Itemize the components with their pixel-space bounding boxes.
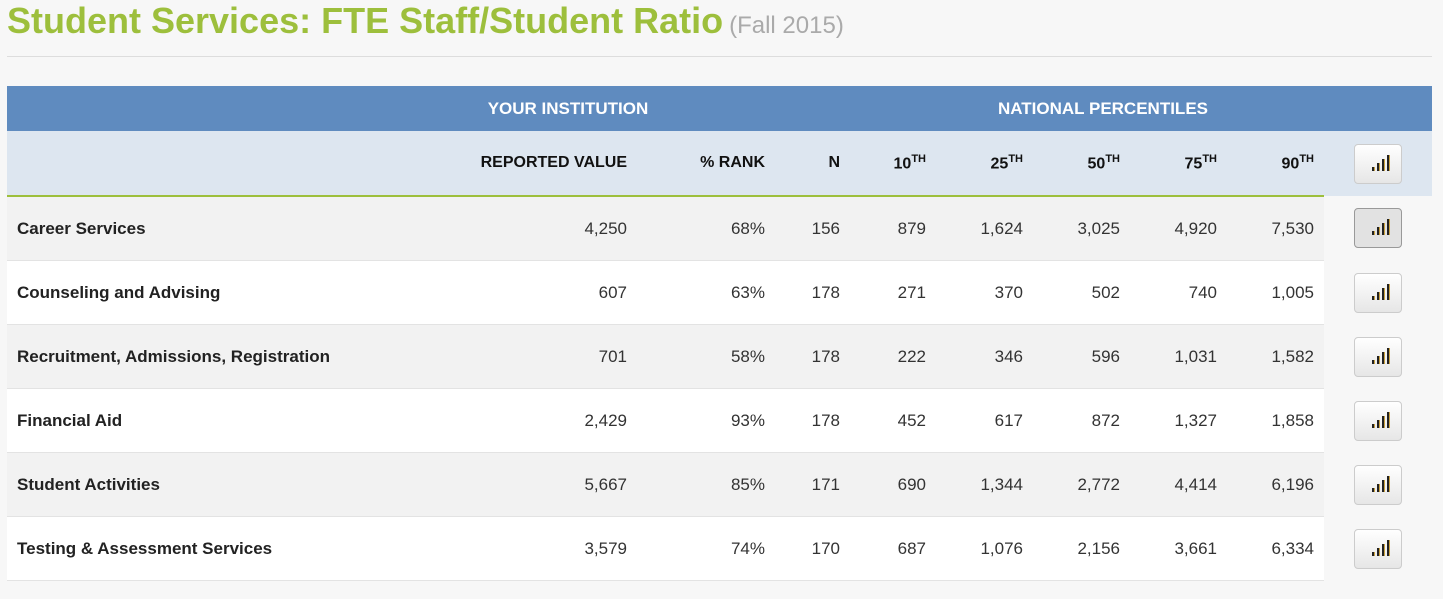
col-p75: 75TH xyxy=(1130,131,1227,196)
cell-rank: 85% xyxy=(637,453,775,517)
cell-p75: 4,414 xyxy=(1130,453,1227,517)
col-p25: 25TH xyxy=(936,131,1033,196)
cell-reported: 607 xyxy=(437,261,637,325)
cell-reported: 2,429 xyxy=(437,389,637,453)
column-header-row: REPORTED VALUE % RANK N 10TH 25TH 50TH 7… xyxy=(7,131,1432,196)
cell-p10: 271 xyxy=(850,261,936,325)
col-n: N xyxy=(775,131,850,196)
row-label: Testing & Assessment Services xyxy=(7,517,437,581)
col-rank: % RANK xyxy=(637,131,775,196)
col-p50: 50TH xyxy=(1033,131,1130,196)
ratio-table: YOUR INSTITUTION NATIONAL PERCENTILES REP… xyxy=(7,86,1432,581)
table-row: Counseling and Advising60763%17827137050… xyxy=(7,261,1432,325)
cell-rank: 68% xyxy=(637,196,775,261)
bar-chart-icon xyxy=(1372,348,1390,364)
group-your-institution: YOUR INSTITUTION xyxy=(488,99,649,119)
cell-p50: 2,156 xyxy=(1033,517,1130,581)
row-label: Recruitment, Admissions, Registration xyxy=(7,325,437,389)
cell-n: 178 xyxy=(775,261,850,325)
cell-p90: 7,530 xyxy=(1227,196,1324,261)
cell-p10: 690 xyxy=(850,453,936,517)
cell-reported: 3,579 xyxy=(437,517,637,581)
group-national-percentiles: NATIONAL PERCENTILES xyxy=(998,99,1208,119)
table-row: Financial Aid2,42993%1784526178721,3271,… xyxy=(7,389,1432,453)
cell-reported: 5,667 xyxy=(437,453,637,517)
cell-n: 170 xyxy=(775,517,850,581)
cell-p50: 2,772 xyxy=(1033,453,1130,517)
cell-p50: 3,025 xyxy=(1033,196,1130,261)
chart-button[interactable] xyxy=(1354,337,1402,377)
col-reported-value: REPORTED VALUE xyxy=(437,131,637,196)
chart-button[interactable] xyxy=(1354,529,1402,569)
cell-p50: 502 xyxy=(1033,261,1130,325)
cell-p50: 596 xyxy=(1033,325,1130,389)
col-p90: 90TH xyxy=(1227,131,1324,196)
chart-button[interactable] xyxy=(1354,273,1402,313)
cell-p90: 1,005 xyxy=(1227,261,1324,325)
table-row: Testing & Assessment Services3,57974%170… xyxy=(7,517,1432,581)
table-row: Student Activities5,66785%1716901,3442,7… xyxy=(7,453,1432,517)
cell-p25: 617 xyxy=(936,389,1033,453)
cell-n: 178 xyxy=(775,389,850,453)
cell-p10: 687 xyxy=(850,517,936,581)
table-row: Recruitment, Admissions, Registration701… xyxy=(7,325,1432,389)
page-title: Student Services: FTE Staff/Student Rati… xyxy=(7,0,844,42)
cell-p25: 346 xyxy=(936,325,1033,389)
chart-button[interactable] xyxy=(1354,208,1402,248)
col-p10: 10TH xyxy=(850,131,936,196)
cell-n: 156 xyxy=(775,196,850,261)
divider xyxy=(7,56,1432,57)
cell-rank: 74% xyxy=(637,517,775,581)
cell-p25: 1,076 xyxy=(936,517,1033,581)
row-label: Counseling and Advising xyxy=(7,261,437,325)
cell-p75: 3,661 xyxy=(1130,517,1227,581)
bar-chart-icon xyxy=(1372,540,1390,556)
chart-button[interactable] xyxy=(1354,465,1402,505)
cell-p90: 6,334 xyxy=(1227,517,1324,581)
bar-chart-icon xyxy=(1372,412,1390,428)
cell-rank: 58% xyxy=(637,325,775,389)
row-label: Career Services xyxy=(7,196,437,261)
cell-rank: 63% xyxy=(637,261,775,325)
cell-p25: 1,624 xyxy=(936,196,1033,261)
bar-chart-icon xyxy=(1372,219,1390,235)
cell-reported: 4,250 xyxy=(437,196,637,261)
cell-p25: 370 xyxy=(936,261,1033,325)
subtitle-text: (Fall 2015) xyxy=(729,12,844,39)
row-label: Student Activities xyxy=(7,453,437,517)
cell-n: 171 xyxy=(775,453,850,517)
cell-n: 178 xyxy=(775,325,850,389)
chart-all-button[interactable] xyxy=(1354,144,1402,184)
cell-p90: 6,196 xyxy=(1227,453,1324,517)
cell-p25: 1,344 xyxy=(936,453,1033,517)
cell-p10: 879 xyxy=(850,196,936,261)
cell-rank: 93% xyxy=(637,389,775,453)
group-header-row: YOUR INSTITUTION NATIONAL PERCENTILES xyxy=(7,86,1432,131)
cell-p50: 872 xyxy=(1033,389,1130,453)
title-text: Student Services: FTE Staff/Student Rati… xyxy=(7,0,723,41)
row-label: Financial Aid xyxy=(7,389,437,453)
bar-chart-icon xyxy=(1372,155,1390,171)
bar-chart-icon xyxy=(1372,476,1390,492)
cell-p75: 1,327 xyxy=(1130,389,1227,453)
cell-p75: 740 xyxy=(1130,261,1227,325)
table-row: Career Services4,25068%1568791,6243,0254… xyxy=(7,196,1432,261)
cell-p10: 452 xyxy=(850,389,936,453)
bar-chart-icon xyxy=(1372,284,1390,300)
cell-p75: 1,031 xyxy=(1130,325,1227,389)
cell-p90: 1,582 xyxy=(1227,325,1324,389)
chart-button[interactable] xyxy=(1354,401,1402,441)
cell-p90: 1,858 xyxy=(1227,389,1324,453)
cell-p10: 222 xyxy=(850,325,936,389)
cell-p75: 4,920 xyxy=(1130,196,1227,261)
cell-reported: 701 xyxy=(437,325,637,389)
